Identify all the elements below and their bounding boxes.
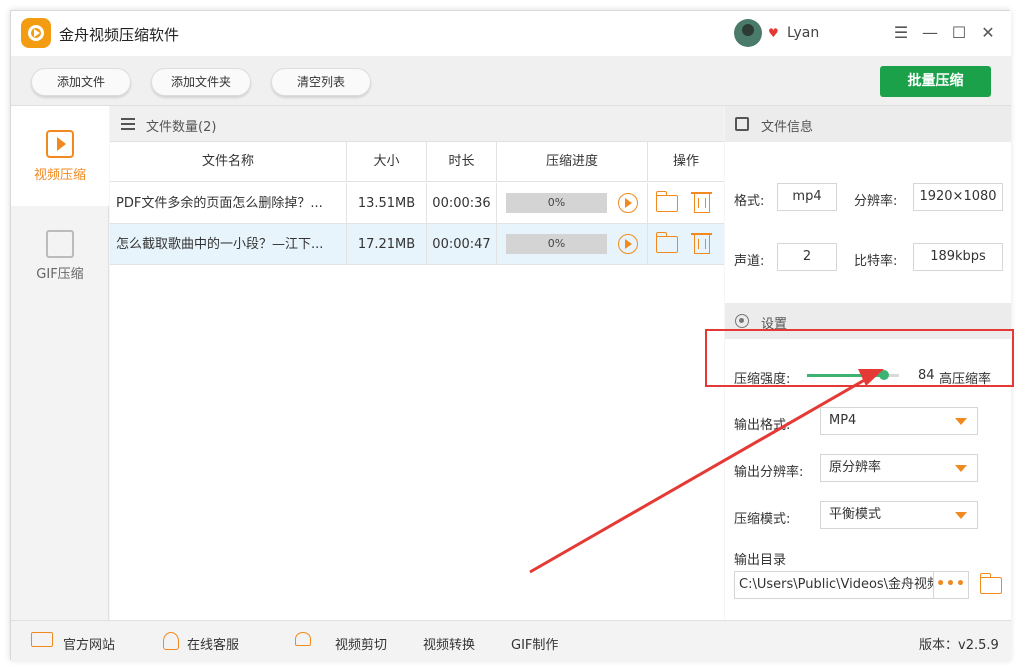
column-header-progress: 压缩进度: [497, 142, 648, 182]
resolution-value: 1920×1080: [913, 183, 1003, 211]
video-play-icon: [46, 130, 74, 158]
image-icon: [46, 230, 74, 258]
settings-icon: [735, 314, 749, 328]
output-dir-input[interactable]: C:\Users\Public\Videos\金舟视频压缩: [734, 571, 934, 599]
version-label: 版本：v2.5.9: [919, 638, 999, 653]
play-icon[interactable]: [618, 193, 638, 213]
delete-icon[interactable]: [691, 233, 712, 254]
sidebar-item-label: 视频压缩: [33, 168, 86, 183]
column-header-actions: 操作: [672, 154, 699, 169]
minimize-button[interactable]: —: [918, 21, 942, 45]
app-logo-icon: [21, 18, 51, 48]
file-name: PDF文件多余的页面怎么删除掉？...: [110, 183, 347, 224]
file-list-panel: 文件数量(2) 文件名称 大小 时长 压缩进度 操作 PDF文件多余的页面怎么删…: [110, 106, 724, 620]
close-button[interactable]: ✕: [976, 21, 1000, 45]
scissors-icon: [295, 632, 311, 646]
file-info-header: 文件信息: [725, 106, 1011, 142]
add-folder-button[interactable]: 添加文件夹: [151, 68, 251, 96]
open-folder-icon[interactable]: [656, 191, 678, 212]
mode-value: 平衡模式: [829, 507, 882, 522]
column-header-size: 大小: [347, 142, 427, 182]
play-icon[interactable]: [618, 234, 638, 254]
format-value: mp4: [777, 183, 837, 211]
progress-bar: 0%: [506, 234, 607, 254]
channel-label: 声道:: [734, 254, 765, 269]
maximize-button[interactable]: ☐: [947, 21, 971, 45]
format-label: 格式:: [734, 194, 765, 209]
monitor-icon: [31, 632, 53, 647]
browse-button[interactable]: •••: [934, 571, 969, 599]
clear-list-button[interactable]: 清空列表: [271, 68, 371, 96]
info-icon: [735, 117, 749, 131]
vip-diamond-icon: ♥: [768, 26, 779, 40]
highlight-box: [705, 329, 1014, 387]
channel-value: 2: [777, 243, 837, 271]
column-header-duration: 时长: [427, 142, 497, 182]
table-row[interactable]: 怎么截取歌曲中的一小段？—江下... 17.21MB 00:00:47 0%: [110, 224, 724, 265]
toolbar: 添加文件 添加文件夹 清空列表 批量压缩: [11, 56, 1011, 106]
output-resolution-value: 原分辨率: [829, 460, 882, 475]
batch-compress-button[interactable]: 批量压缩: [880, 66, 991, 97]
file-info-title: 文件信息: [761, 120, 814, 135]
open-folder-icon[interactable]: [656, 232, 678, 253]
gif-make-link[interactable]: GIF制作: [511, 634, 558, 653]
user-avatar[interactable]: [734, 19, 762, 47]
table-row[interactable]: PDF文件多余的页面怎么删除掉？... 13.51MB 00:00:36 0%: [110, 183, 724, 224]
column-header-name: 文件名称: [110, 142, 347, 182]
add-file-button[interactable]: 添加文件: [31, 68, 131, 96]
title-bar: 金舟视频压缩软件 ♥ Lyan ☰ — ☐ ✕: [11, 11, 1011, 56]
sidebar: 视频压缩 GIF压缩: [11, 106, 109, 620]
menu-icon[interactable]: ☰: [889, 21, 913, 45]
app-title: 金舟视频压缩软件: [59, 26, 180, 44]
file-count: 文件数量(2): [146, 120, 217, 135]
resolution-label: 分辨率:: [854, 194, 898, 209]
progress-bar: 0%: [506, 193, 607, 213]
delete-icon[interactable]: [691, 192, 712, 213]
mode-label: 压缩模式:: [734, 512, 791, 527]
dropdown-caret-icon: [955, 418, 967, 425]
footer: 官方网站 在线客服 视频剪切 视频转换 GIF制作 版本：v2.5.9: [11, 620, 1011, 661]
output-format-select[interactable]: MP4: [820, 407, 978, 435]
output-format-label: 输出格式:: [734, 418, 791, 433]
dropdown-caret-icon: [955, 512, 967, 519]
bitrate-value: 189kbps: [913, 243, 1003, 271]
file-duration: 00:00:36: [427, 183, 497, 224]
headset-icon: [163, 632, 179, 650]
output-dir-label: 输出目录: [734, 553, 787, 568]
bitrate-label: 比特率:: [854, 254, 898, 269]
output-resolution-select[interactable]: 原分辨率: [820, 454, 978, 482]
user-name[interactable]: Lyan: [787, 25, 819, 41]
open-output-folder-icon[interactable]: [980, 573, 1002, 594]
mode-select[interactable]: 平衡模式: [820, 501, 978, 529]
video-cut-link[interactable]: 视频剪切: [335, 634, 387, 653]
list-icon: [121, 118, 135, 130]
sidebar-item-video-compress[interactable]: 视频压缩: [11, 106, 109, 206]
sidebar-item-label: GIF压缩: [36, 267, 84, 282]
file-name: 怎么截取歌曲中的一小段？—江下...: [110, 224, 347, 265]
output-format-value: MP4: [829, 413, 857, 428]
video-convert-link[interactable]: 视频转换: [423, 634, 475, 653]
output-resolution-label: 输出分辨率:: [734, 465, 804, 480]
dropdown-caret-icon: [955, 465, 967, 472]
table-header: 文件名称 大小 时长 压缩进度 操作: [110, 142, 724, 182]
online-support-link[interactable]: 在线客服: [187, 634, 239, 653]
file-size: 17.21MB: [347, 224, 427, 265]
file-list-header: 文件数量(2): [110, 106, 724, 142]
file-duration: 00:00:47: [427, 224, 497, 265]
official-website-link[interactable]: 官方网站: [63, 634, 115, 653]
file-size: 13.51MB: [347, 183, 427, 224]
